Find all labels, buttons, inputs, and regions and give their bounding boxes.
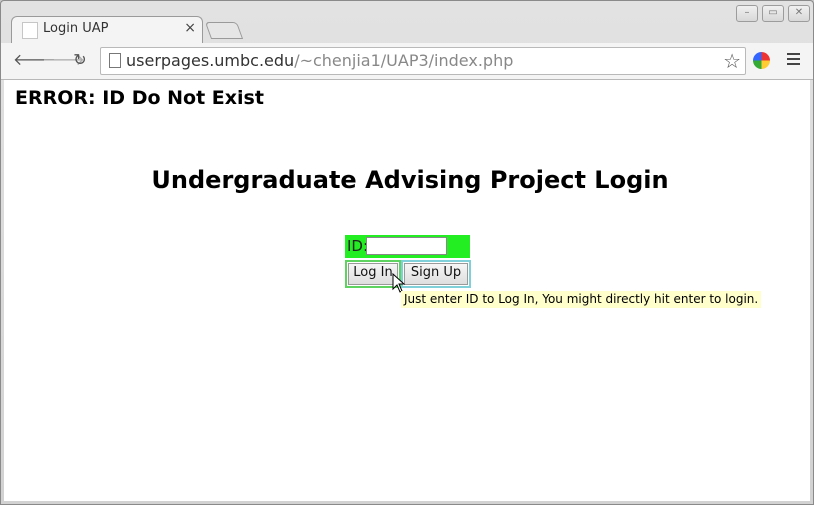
new-tab-button[interactable] [204, 22, 244, 39]
reload-icon[interactable]: ↻ [71, 51, 89, 69]
url-text: userpages.umbc.edu/~chenjia1/UAP3/index.… [126, 51, 513, 70]
page-title: Undergraduate Advising Project Login [151, 166, 669, 194]
id-label: ID: [347, 237, 369, 255]
tab-strip: Login UAP × – ▭ ✕ [1, 1, 813, 44]
page-icon [109, 53, 121, 68]
back-icon[interactable]: 🡐 [13, 51, 56, 69]
signup-button[interactable]: Sign Up [401, 260, 471, 288]
menu-icon[interactable] [787, 53, 800, 65]
error-message: ERROR: ID Do Not Exist [15, 87, 264, 109]
address-bar[interactable]: userpages.umbc.edu/~chenjia1/UAP3/index.… [100, 47, 746, 75]
id-form-row: ID: [345, 235, 470, 258]
login-button-label: Log In [348, 263, 398, 285]
login-tooltip: Just enter ID to Log In, You might direc… [401, 291, 762, 308]
page-content: ERROR: ID Do Not Exist Undergraduate Adv… [4, 80, 810, 501]
id-input[interactable] [366, 237, 447, 255]
bookmark-star-icon[interactable]: ☆ [723, 49, 741, 73]
maximize-icon[interactable]: ▭ [762, 5, 784, 22]
minimize-icon[interactable]: – [736, 5, 758, 22]
signup-button-label: Sign Up [404, 263, 468, 285]
browser-toolbar: 🡐 🡒 ↻ userpages.umbc.edu/~chenjia1/UAP3/… [1, 43, 813, 80]
url-domain: userpages.umbc.edu [126, 51, 295, 70]
url-path: /~chenjia1/UAP3/index.php [294, 51, 514, 70]
mouse-cursor-icon [392, 273, 406, 293]
close-window-icon[interactable]: ✕ [788, 5, 810, 22]
extension-icon[interactable] [753, 52, 770, 69]
tab-login-uap[interactable]: Login UAP × [11, 16, 203, 44]
forward-icon[interactable]: 🡒 [42, 51, 85, 69]
browser-window: Login UAP × – ▭ ✕ 🡐 🡒 ↻ userpages.umbc.e… [0, 0, 814, 505]
page-favicon-icon [22, 22, 38, 39]
tab-title: Login UAP [43, 21, 109, 36]
tab-close-icon[interactable]: × [184, 20, 196, 36]
